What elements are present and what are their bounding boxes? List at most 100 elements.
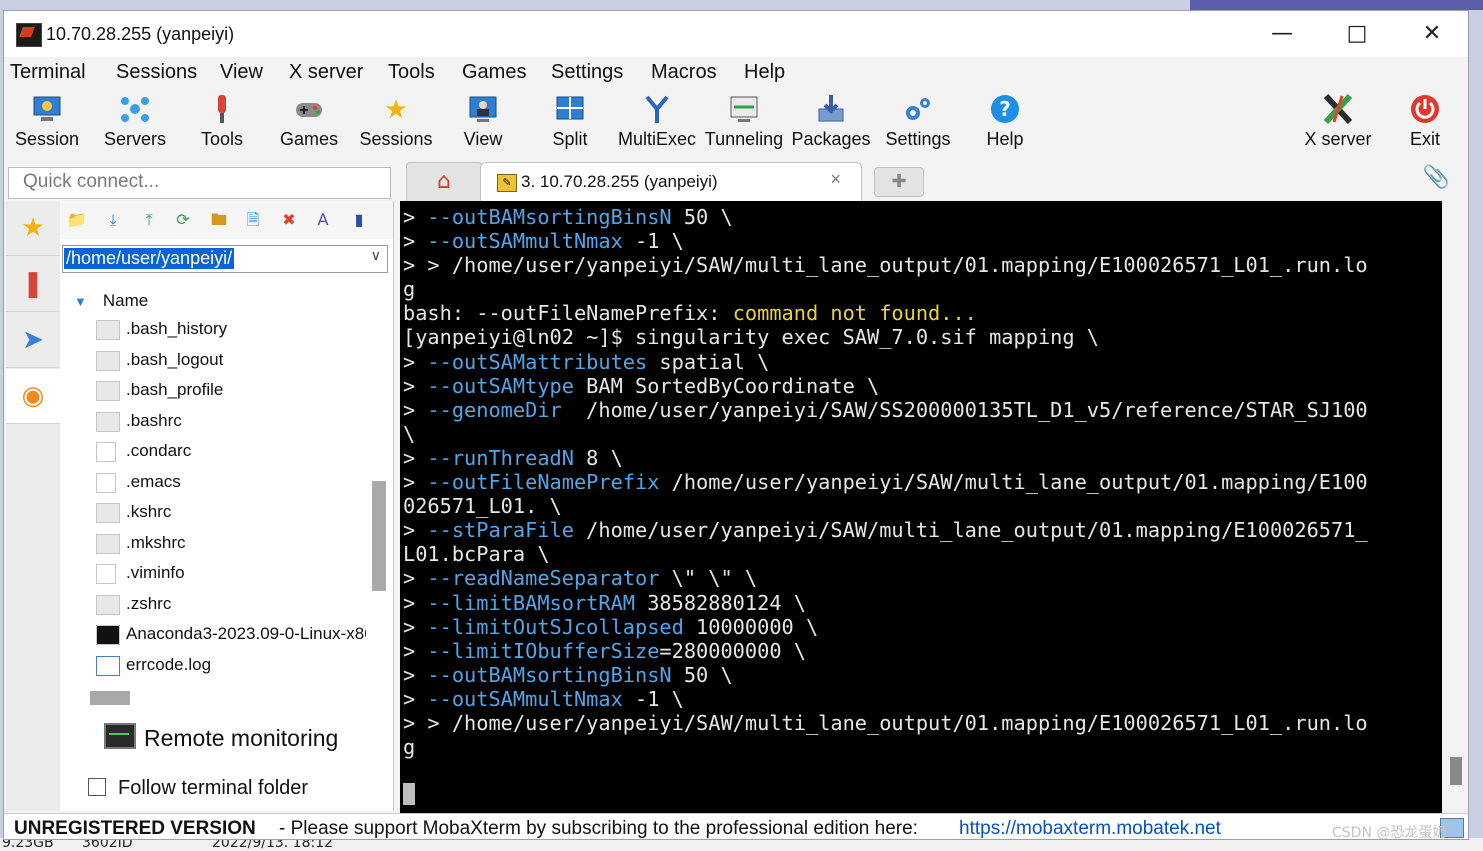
parent-folder-icon[interactable]: 📁 xyxy=(66,209,88,231)
new-tab-button[interactable]: ✚ xyxy=(874,167,924,197)
mobaxterm-link[interactable]: https://mobaxterm.mobatek.net xyxy=(959,818,1221,839)
sftp-path-field[interactable]: /home/user/yanpeiyi/ ∨ xyxy=(62,245,388,273)
file-row[interactable]: .condarc xyxy=(96,439,366,469)
rename-icon[interactable]: A xyxy=(312,209,334,231)
terminal-segment: > xyxy=(403,470,428,495)
menu-games[interactable]: Games xyxy=(462,61,526,84)
remote-monitoring-button[interactable]: Remote monitoring xyxy=(104,723,338,752)
sftp-vertical-scrollbar[interactable] xyxy=(372,481,386,591)
view-button[interactable]: View xyxy=(440,87,526,157)
mobaxterm-window: 10.70.28.255 (yanpeiyi) — □ ✕ Terminal S… xyxy=(3,10,1469,840)
file-row[interactable]: .mkshrc xyxy=(96,531,366,561)
file-row[interactable]: .bash_logout xyxy=(96,348,366,378)
tunneling-button[interactable]: Tunneling xyxy=(701,87,787,157)
macros-sidetab[interactable]: ➤ xyxy=(6,313,60,368)
terminal-line: L01.bcPara \ xyxy=(403,542,550,566)
terminal-text: > --outBAMsortingBinsN 50 \ > --outSAMmu… xyxy=(400,201,1442,759)
path-text: /home/user/yanpeiyi/ xyxy=(64,248,235,269)
menu-help[interactable]: Help xyxy=(744,61,785,84)
menu-view[interactable]: View xyxy=(220,61,263,84)
session-button[interactable]: Session xyxy=(4,87,90,157)
split-icon xyxy=(554,93,586,125)
star-icon: ★ xyxy=(21,213,45,243)
file-row[interactable]: .bash_history xyxy=(96,317,366,347)
menu-macros[interactable]: Macros xyxy=(651,61,717,84)
file-row[interactable]: .bash_profile xyxy=(96,378,366,408)
new-folder-icon[interactable]: 🖿 xyxy=(208,209,230,231)
terminal-segment: /home/user/yanpeiyi/SAW/SS200000135TL_D1… xyxy=(561,397,1368,422)
terminal-output[interactable]: > --outBAMsortingBinsN 50 \ > --outSAMmu… xyxy=(400,201,1442,813)
terminal-segment: > xyxy=(403,445,428,470)
multiexec-button[interactable]: MultiExec xyxy=(614,87,700,157)
terminal-line: > --limitBAMsortRAM 38582880124 \ xyxy=(403,591,806,615)
paperclip-icon[interactable]: 📎 xyxy=(1423,165,1450,190)
follow-terminal-folder-checkbox[interactable]: Follow terminal folder xyxy=(88,777,308,800)
file-row[interactable]: .viminfo xyxy=(96,561,366,591)
x-server-button[interactable]: X server xyxy=(1295,87,1381,157)
file-row[interactable]: errcode.log xyxy=(96,653,366,683)
terminal-segment: spatial \ xyxy=(647,349,770,374)
tools-button[interactable]: Tools xyxy=(179,87,265,157)
help-button[interactable]: ? Help xyxy=(962,87,1048,157)
file-row[interactable]: .zshrc xyxy=(96,592,366,622)
menu-settings[interactable]: Settings xyxy=(551,61,623,84)
terminal-line: > --outFileNamePrefix /home/user/yanpeiy… xyxy=(403,470,1368,494)
terminal-segment: > xyxy=(403,590,428,615)
split-button[interactable]: Split xyxy=(527,87,613,157)
terminal-segment: 8 \ xyxy=(573,445,623,470)
title-bar[interactable]: 10.70.28.255 (yanpeiyi) — □ ✕ xyxy=(4,11,1468,57)
exit-button[interactable]: Exit xyxy=(1382,87,1468,157)
menu-tools[interactable]: Tools xyxy=(388,61,435,84)
terminal-option: --outSAMmultNmax xyxy=(427,229,623,254)
minimize-button[interactable]: — xyxy=(1252,17,1312,51)
watermark: CSDN @恐龙蛋奶 xyxy=(1332,825,1447,841)
file-row[interactable]: .kshrc xyxy=(96,500,366,530)
file-row[interactable]: .emacs xyxy=(96,470,366,500)
packages-button[interactable]: Packages xyxy=(788,87,874,157)
servers-button[interactable]: Servers xyxy=(92,87,178,157)
sessions-sidetab[interactable]: ★ xyxy=(6,201,60,256)
settings-button[interactable]: Settings xyxy=(875,87,961,157)
permissions-icon[interactable]: ▮ xyxy=(348,209,370,231)
close-window-button[interactable]: ✕ xyxy=(1402,17,1462,51)
tab-session-3[interactable]: ✎ 3. 10.70.28.255 (yanpeiyi) × xyxy=(480,162,862,202)
terminal-segment: g xyxy=(403,735,416,760)
file-row[interactable]: Anaconda3-2023.09-0-Linux-x86_64.sh xyxy=(96,622,366,652)
menu-sessions[interactable]: Sessions xyxy=(116,61,197,84)
games-button[interactable]: Games xyxy=(266,87,352,157)
terminal-line: [yanpeiyi@ln02 ~]$ singularity exec SAW_… xyxy=(403,325,1099,349)
quick-connect-input[interactable]: Quick connect... xyxy=(8,167,391,199)
chevron-down-icon[interactable]: ∨ xyxy=(371,248,381,264)
globe-icon: ◉ xyxy=(21,381,45,411)
terminal-scroll-thumb[interactable] xyxy=(1450,757,1462,785)
tools-sidetab[interactable]: ❚ xyxy=(6,257,60,312)
sftp-sidetab[interactable]: ◉ xyxy=(6,369,60,424)
name-column-header[interactable]: ▼ Name xyxy=(74,291,148,311)
delete-icon[interactable]: ✖ xyxy=(278,209,300,231)
window-title: 10.70.28.255 (yanpeiyi) xyxy=(46,24,235,44)
file-icon xyxy=(96,503,120,523)
close-tab-icon[interactable]: × xyxy=(830,169,841,190)
terminal-line: > > /home/user/yanpeiyi/SAW/multi_lane_o… xyxy=(403,253,1368,277)
sessions-button[interactable]: ★ Sessions xyxy=(353,87,439,157)
menu-terminal[interactable]: Terminal xyxy=(10,61,86,84)
expand-triangle-icon[interactable]: ▼ xyxy=(74,294,87,309)
new-file-icon[interactable]: 🗎 xyxy=(242,209,264,231)
download-icon[interactable]: ⤓ xyxy=(102,209,124,231)
menu-x-server[interactable]: X server xyxy=(289,61,363,84)
terminal-segment: bash: --outFileNamePrefix: xyxy=(403,301,733,326)
menu-bar: Terminal Sessions View X server Tools Ga… xyxy=(4,57,1468,87)
terminal-option: --stParaFile xyxy=(427,518,574,543)
terminal-line: > --runThreadN 8 \ xyxy=(403,446,623,470)
file-row[interactable]: .bashrc xyxy=(96,409,366,439)
checkbox[interactable] xyxy=(88,778,106,796)
upload-icon[interactable]: ⤒ xyxy=(138,209,160,231)
terminal-option: --limitIObufferSize xyxy=(427,638,660,663)
session-icon xyxy=(31,93,63,125)
terminal-scrollbar[interactable] xyxy=(1442,201,1468,813)
terminal-segment: 10000000 \ xyxy=(683,614,819,639)
maximize-button[interactable]: □ xyxy=(1327,17,1387,51)
home-tab[interactable]: ⌂ xyxy=(406,162,482,201)
sftp-horizontal-scrollbar[interactable] xyxy=(90,691,130,705)
refresh-icon[interactable]: ⟳ xyxy=(172,209,194,231)
